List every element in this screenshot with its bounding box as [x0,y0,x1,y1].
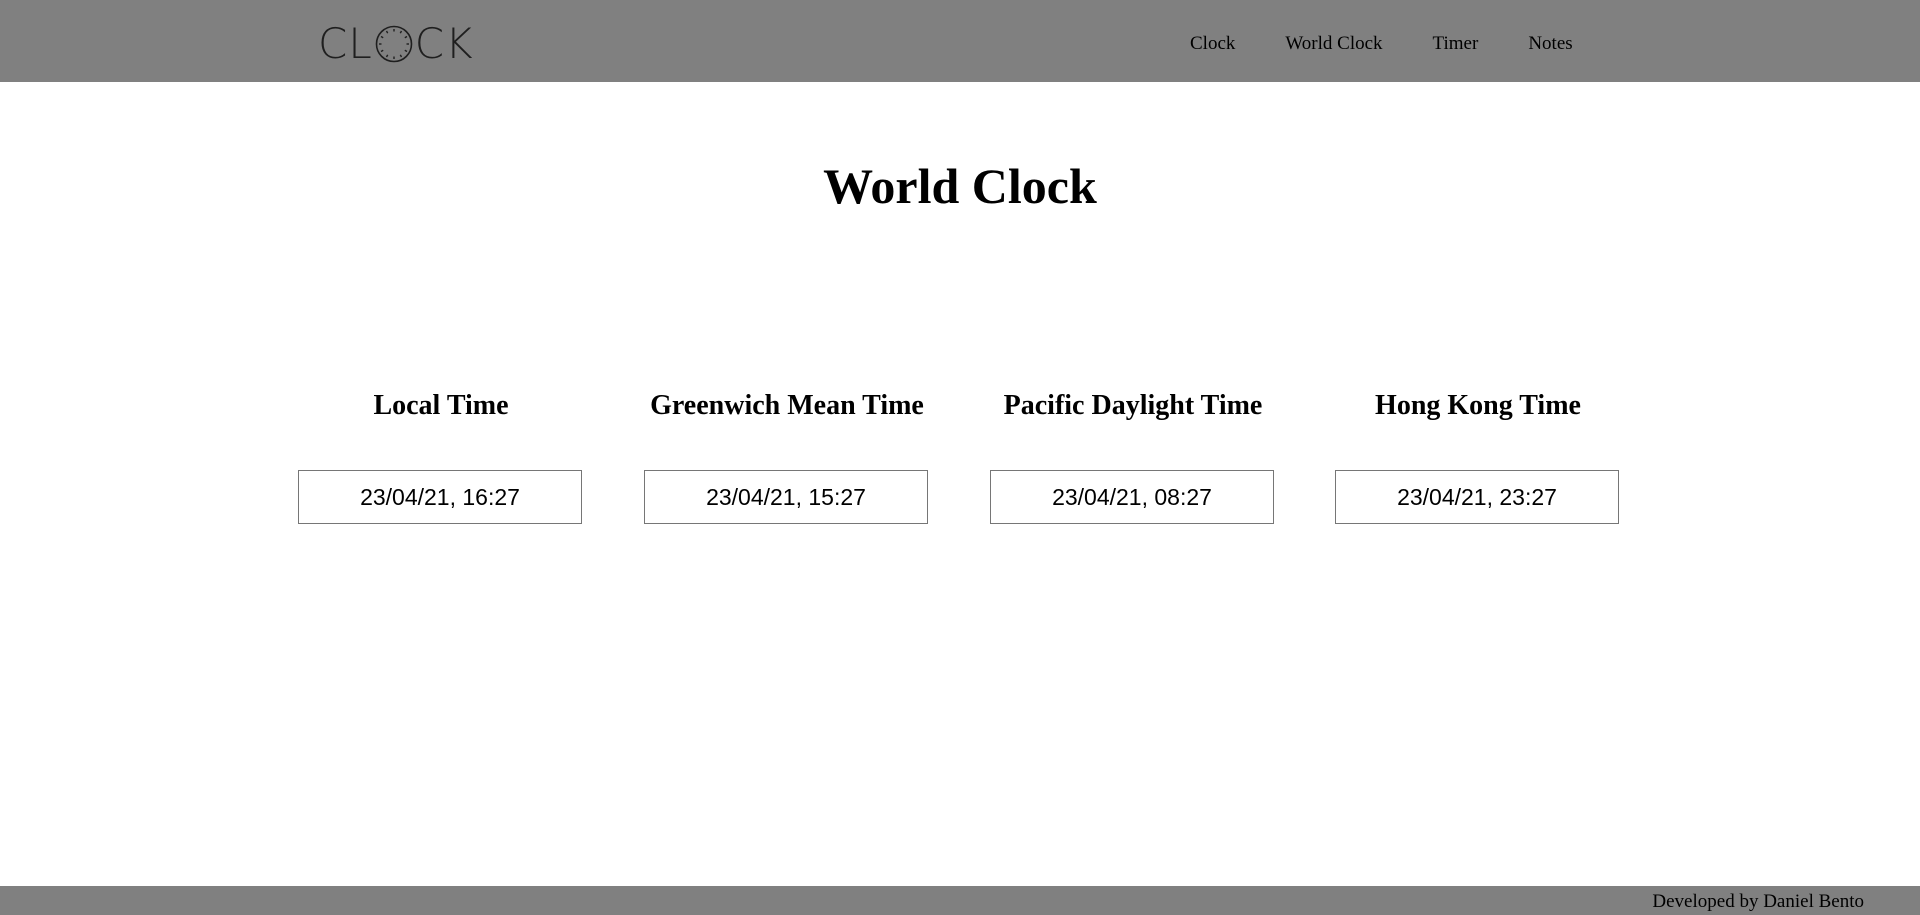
logo-letter-c2: C [414,19,446,68]
zone-heading: Greenwich Mean Time [650,390,924,421]
logo-letter-k: K [445,19,474,68]
zone-local-time: Local Time [291,386,591,524]
zone-heading: Hong Kong Time [1375,390,1581,421]
nav-link-notes[interactable]: Notes [1528,30,1572,60]
logo-letter-c: C [318,19,349,68]
header: C L C K Clock World Clock Timer Notes [0,0,1920,82]
page-title: World Clock [823,158,1097,214]
local-time-field[interactable] [298,470,582,524]
clock-face-icon [374,24,414,64]
nav-link-world-clock[interactable]: World Clock [1285,30,1382,60]
nav-link-timer[interactable]: Timer [1433,30,1479,60]
zone-gmt: Greenwich Mean Time [637,386,937,524]
logo[interactable]: C L C K [318,19,474,68]
zone-hong-kong: Hong Kong Time [1328,386,1628,524]
zone-pdt: Pacific Daylight Time [983,386,1283,524]
logo-letter-l: L [348,19,373,68]
zone-heading: Local Time [373,390,509,421]
gmt-time-field[interactable] [644,470,928,524]
main-nav: Clock World Clock Timer Notes [1190,30,1573,60]
time-zones: Local Time Greenwich Mean Time Pacific D… [0,386,1920,536]
zone-heading: Pacific Daylight Time [1003,390,1263,421]
pdt-time-field[interactable] [990,470,1274,524]
nav-link-clock[interactable]: Clock [1190,30,1235,60]
footer: Developed by Daniel Bento [0,886,1920,915]
hong-kong-time-field[interactable] [1335,470,1619,524]
footer-credit: Developed by Daniel Bento [1652,891,1864,912]
